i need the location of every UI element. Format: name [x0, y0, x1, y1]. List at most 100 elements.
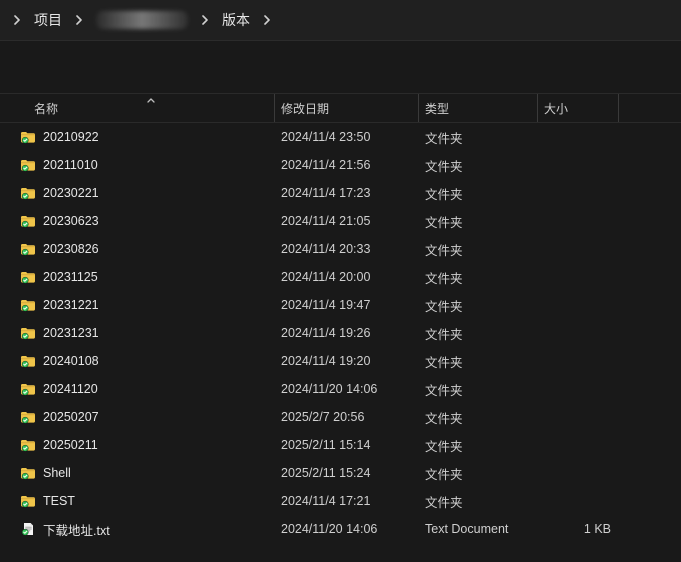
file-size — [548, 151, 611, 179]
folder-icon — [20, 242, 36, 256]
folder-icon — [20, 130, 36, 144]
folder-icon — [20, 354, 36, 368]
chevron-right-icon[interactable] — [260, 13, 274, 27]
breadcrumb-item-version[interactable]: 版本 — [222, 8, 250, 32]
file-row[interactable]: 20231221 2024/11/4 19:47 文件夹 — [0, 291, 681, 319]
file-list-header: 名称 修改日期 类型 大小 — [0, 94, 681, 123]
column-header-modified-label: 修改日期 — [281, 101, 330, 116]
folder-icon — [20, 466, 36, 480]
file-row[interactable]: 20231231 2024/11/4 19:26 文件夹 — [0, 319, 681, 347]
sort-ascending-icon — [146, 94, 156, 104]
folder-icon — [20, 382, 36, 396]
file-size — [548, 375, 611, 403]
file-row[interactable]: 20210922 2024/11/4 23:50 文件夹 — [0, 123, 681, 151]
modified-date: 2024/11/20 14:06 — [281, 522, 378, 536]
file-type: 文件夹 — [425, 495, 463, 510]
modified-date: 2024/11/4 23:50 — [281, 130, 371, 144]
file-type: 文件夹 — [425, 439, 463, 454]
file-row[interactable]: Shell 2025/2/11 15:24 文件夹 — [0, 459, 681, 487]
file-size — [548, 123, 611, 151]
breadcrumb-item-redacted[interactable] — [96, 11, 188, 29]
file-row[interactable]: 20211010 2024/11/4 21:56 文件夹 — [0, 151, 681, 179]
column-divider[interactable] — [618, 94, 619, 122]
file-name: 20230826 — [43, 242, 99, 256]
file-size — [548, 263, 611, 291]
file-name-cell[interactable]: Shell — [20, 459, 270, 487]
file-name: 20230623 — [43, 214, 99, 228]
file-name: 20231231 — [43, 326, 99, 340]
file-name-cell[interactable]: 20230221 — [20, 179, 270, 207]
file-size — [548, 459, 611, 487]
file-type: 文件夹 — [425, 131, 463, 146]
chevron-right-icon[interactable] — [10, 13, 24, 27]
file-name-cell[interactable]: 20240108 — [20, 347, 270, 375]
column-header-type-label: 类型 — [425, 101, 450, 116]
file-name-cell[interactable]: 20231125 — [20, 263, 270, 291]
file-name: 下载地址.txt — [43, 523, 110, 538]
file-row[interactable]: 下载地址.txt 2024/11/20 14:06 Text Document 1 K… — [0, 515, 681, 543]
file-type: 文件夹 — [425, 355, 463, 370]
file-row[interactable]: 20230623 2024/11/4 21:05 文件夹 — [0, 207, 681, 235]
file-type: 文件夹 — [425, 467, 463, 482]
file-name: 20241120 — [43, 382, 98, 396]
file-row[interactable]: 20250207 2025/2/7 20:56 文件夹 — [0, 403, 681, 431]
modified-date: 2024/11/4 20:00 — [281, 270, 371, 284]
file-name-cell[interactable]: TEST — [20, 487, 270, 515]
modified-date: 2024/11/20 14:06 — [281, 382, 378, 396]
file-name-cell[interactable]: 下载地址.txt — [20, 515, 270, 543]
column-header-size[interactable]: 大小 — [538, 94, 618, 122]
file-size — [548, 403, 611, 431]
chevron-right-icon[interactable] — [198, 13, 212, 27]
folder-icon — [20, 214, 36, 228]
folder-icon — [20, 494, 36, 508]
file-row[interactable]: 20230221 2024/11/4 17:23 文件夹 — [0, 179, 681, 207]
chevron-right-icon[interactable] — [72, 13, 86, 27]
modified-date: 2025/2/11 15:24 — [281, 466, 371, 480]
folder-icon — [20, 410, 36, 424]
column-header-size-label: 大小 — [544, 101, 569, 116]
column-header-type[interactable]: 类型 — [419, 94, 537, 122]
file-name-cell[interactable]: 20210922 — [20, 123, 270, 151]
file-row[interactable]: 20230826 2024/11/4 20:33 文件夹 — [0, 235, 681, 263]
file-name-cell[interactable]: 20230826 — [20, 235, 270, 263]
file-size: 1 KB — [583, 522, 611, 536]
file-size — [548, 347, 611, 375]
folder-icon — [20, 298, 36, 312]
file-name: 20230221 — [43, 186, 99, 200]
folder-icon — [20, 270, 36, 284]
modified-date: 2024/11/4 17:23 — [281, 186, 371, 200]
file-size — [548, 207, 611, 235]
modified-date: 2024/11/4 19:20 — [281, 354, 371, 368]
file-name-cell[interactable]: 20241120 — [20, 375, 270, 403]
file-name: 20250211 — [43, 438, 98, 452]
file-size — [548, 179, 611, 207]
file-row[interactable]: 20231125 2024/11/4 20:00 文件夹 — [0, 263, 681, 291]
file-name-cell[interactable]: 20231221 — [20, 291, 270, 319]
file-name: 20240108 — [43, 354, 99, 368]
file-name: TEST — [43, 494, 75, 508]
file-type: 文件夹 — [425, 383, 463, 398]
file-row[interactable]: TEST 2024/11/4 17:21 文件夹 — [0, 487, 681, 515]
file-type: Text Document — [425, 522, 509, 536]
file-name-cell[interactable]: 20250207 — [20, 403, 270, 431]
command-bar-area — [0, 41, 681, 94]
file-name-cell[interactable]: 20231231 — [20, 319, 270, 347]
file-row[interactable]: 20241120 2024/11/20 14:06 文件夹 — [0, 375, 681, 403]
breadcrumb-item-project[interactable]: 项目 — [34, 8, 62, 32]
file-type: 文件夹 — [425, 243, 463, 258]
file-size — [548, 431, 611, 459]
file-type: 文件夹 — [425, 159, 463, 174]
text-file-icon — [20, 522, 36, 536]
file-name-cell[interactable]: 20250211 — [20, 431, 270, 459]
file-name: 20211010 — [43, 158, 98, 172]
file-row[interactable]: 20240108 2024/11/4 19:20 文件夹 — [0, 347, 681, 375]
file-name: 20231125 — [43, 270, 98, 284]
file-name: Shell — [43, 466, 71, 480]
modified-date: 2025/2/7 20:56 — [281, 410, 365, 424]
file-size — [548, 319, 611, 347]
file-name-cell[interactable]: 20211010 — [20, 151, 270, 179]
column-header-modified[interactable]: 修改日期 — [275, 94, 418, 122]
file-name-cell[interactable]: 20230623 — [20, 207, 270, 235]
file-row[interactable]: 20250211 2025/2/11 15:14 文件夹 — [0, 431, 681, 459]
modified-date: 2024/11/4 21:05 — [281, 214, 371, 228]
